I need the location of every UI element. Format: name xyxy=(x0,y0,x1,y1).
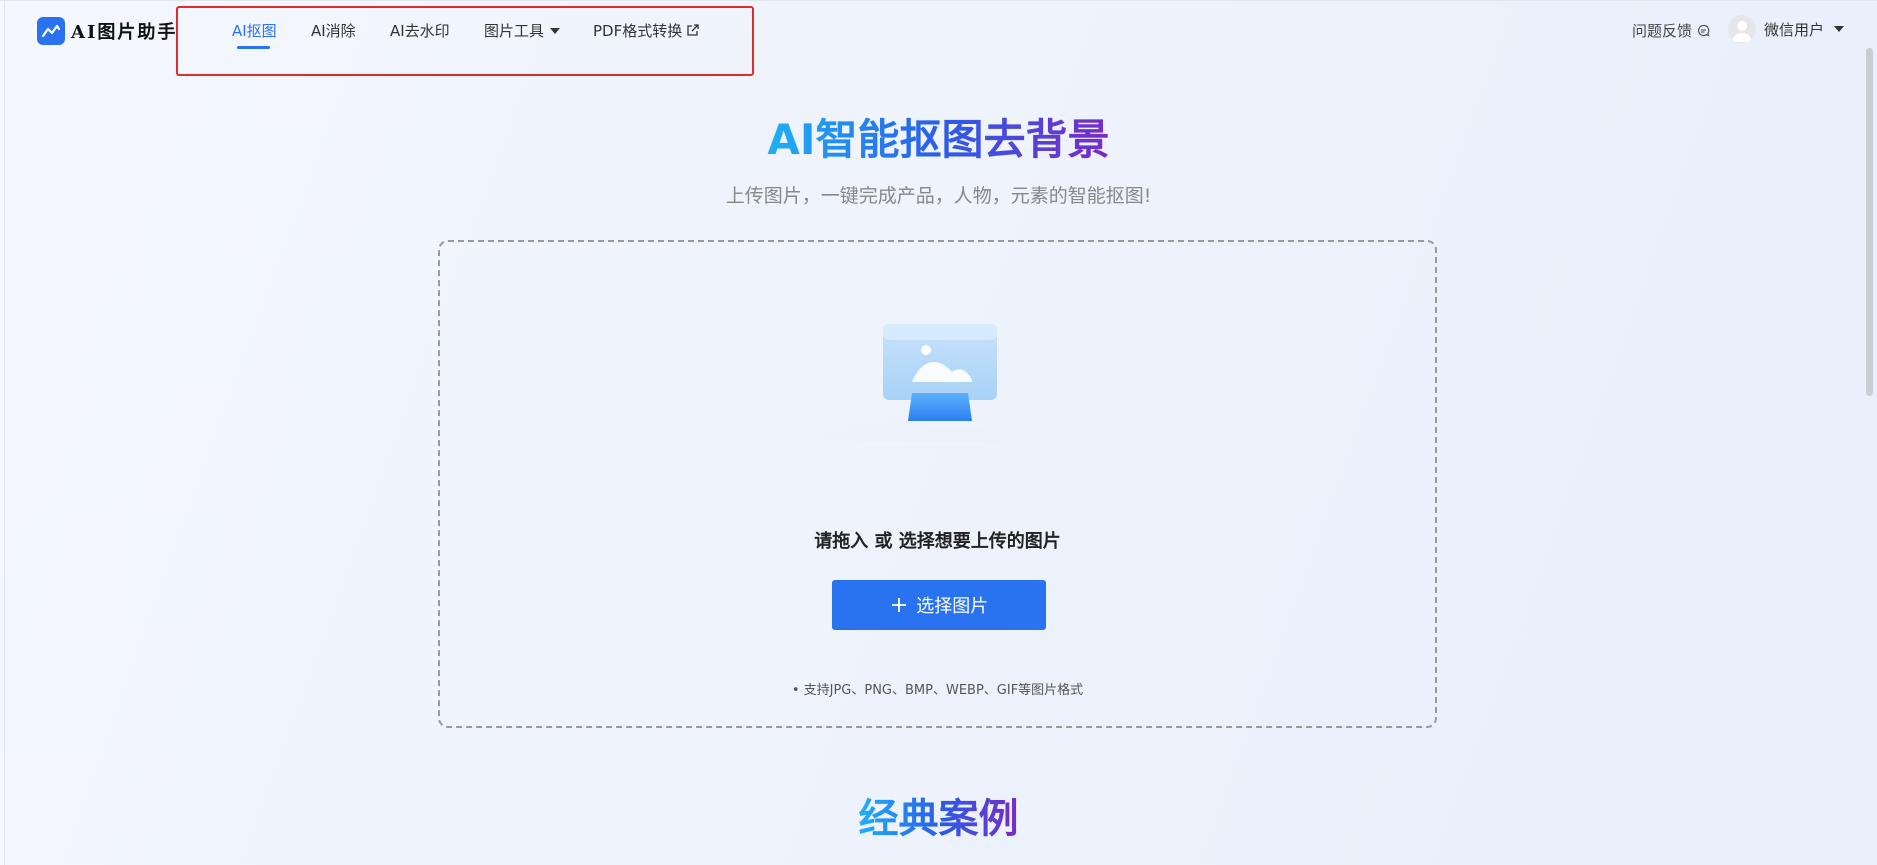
top-navigation-bar: AI图片助手 AI抠图 AI消除 AI去水印 图片工具 PDF格式转换 问题反馈 xyxy=(0,0,1877,76)
nav-item-image-tools[interactable]: 图片工具 xyxy=(484,20,561,41)
feedback-label: 问题反馈 xyxy=(1632,22,1693,40)
chat-bubble-icon xyxy=(1697,24,1710,37)
upload-prompt: 请拖入 或 选择想要上传的图片 xyxy=(814,531,1061,552)
select-image-label: 选择图片 xyxy=(916,596,989,617)
page-subtitle: 上传图片，一键完成产品，人物，元素的智能抠图! xyxy=(725,185,1152,207)
nav-item-label: AI抠图 xyxy=(232,22,277,40)
nav-item-label: PDF格式转换 xyxy=(593,22,683,40)
app-logo[interactable]: AI图片助手 xyxy=(37,17,177,45)
logo-icon xyxy=(37,17,65,45)
nav-item-ai-watermark-removal[interactable]: AI去水印 xyxy=(390,20,450,41)
vertical-scrollbar[interactable] xyxy=(1866,48,1873,396)
caret-down-icon xyxy=(1834,26,1845,32)
user-avatar-icon xyxy=(1728,15,1756,43)
supported-formats-note: • 支持JPG、PNG、BMP、WEBP、GIF等图片格式 xyxy=(791,683,1084,698)
logo-text: AI图片助手 xyxy=(71,22,178,43)
page-title: AI智能抠图去背景 xyxy=(0,112,1877,168)
nav-item-label: AI去水印 xyxy=(390,22,450,40)
user-menu[interactable]: 微信用户 xyxy=(1728,15,1845,43)
nav-highlight-box xyxy=(176,6,754,76)
nav-item-pdf-convert[interactable]: PDF格式转换 xyxy=(593,20,699,41)
plus-icon: + xyxy=(889,592,909,618)
external-link-icon xyxy=(686,24,699,37)
cases-section-title: 经典案例 xyxy=(0,792,1877,846)
nav-item-ai-erase[interactable]: AI消除 xyxy=(311,20,356,41)
feedback-link[interactable]: 问题反馈 xyxy=(1632,20,1710,41)
nav-item-ai-cutout[interactable]: AI抠图 xyxy=(232,20,277,41)
image-upload-illustration xyxy=(740,324,1140,442)
select-image-button[interactable]: + 选择图片 xyxy=(832,580,1046,630)
nav-item-label: 图片工具 xyxy=(484,22,545,40)
page-title-text: AI智能抠图去背景 xyxy=(767,115,1110,164)
caret-down-icon xyxy=(550,27,561,34)
cases-title-text: 经典案例 xyxy=(858,796,1019,842)
nav-active-indicator xyxy=(237,46,270,49)
nav-item-label: AI消除 xyxy=(311,22,356,40)
upload-dropzone[interactable]: 请拖入 或 选择想要上传的图片 + 选择图片 • 支持JPG、PNG、BMP、W… xyxy=(438,240,1437,728)
user-name: 微信用户 xyxy=(1764,20,1825,39)
